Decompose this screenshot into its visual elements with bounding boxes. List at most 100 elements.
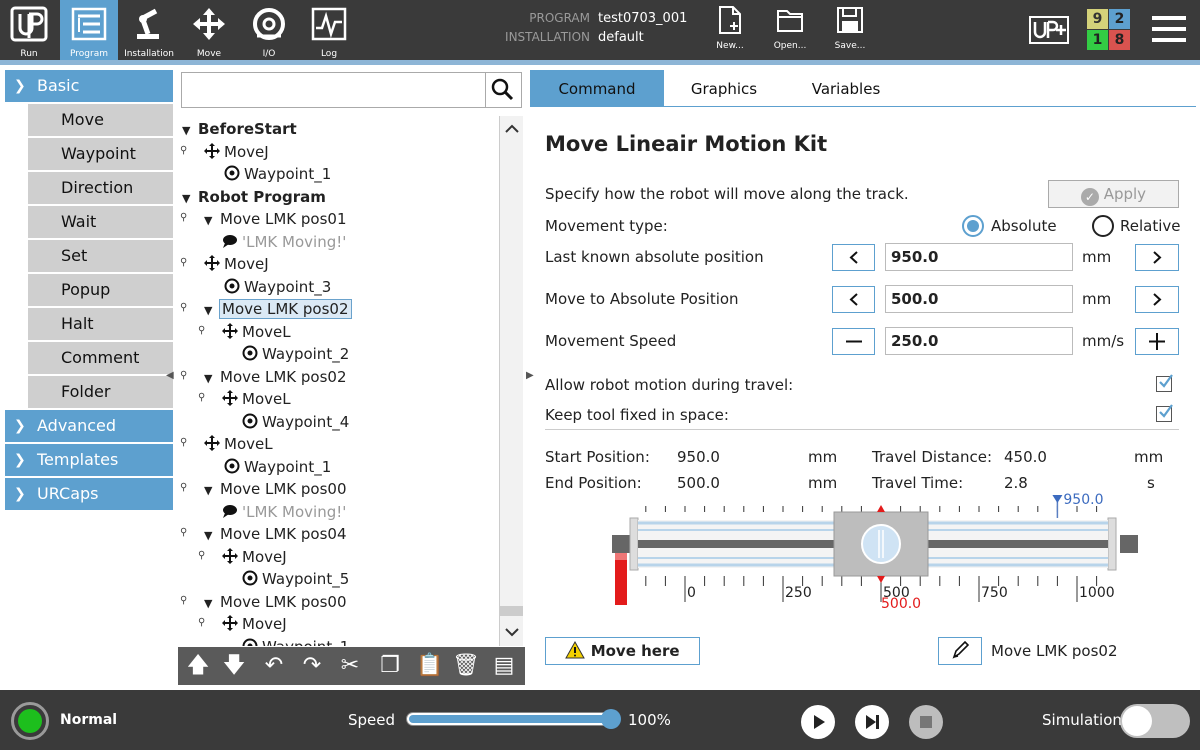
breakpoint-pin-icon[interactable]: ⚲: [180, 595, 187, 606]
command-wait[interactable]: Wait: [28, 206, 173, 238]
breakpoint-pin-icon[interactable]: ⚲: [180, 145, 187, 156]
section-urcaps[interactable]: ❯ URCaps: [5, 478, 173, 510]
program-tab[interactable]: Program: [60, 0, 118, 60]
breakpoint-pin-icon[interactable]: ⚲: [198, 617, 205, 628]
tree-node[interactable]: ▼ BeforeStart: [182, 118, 297, 140]
tree-node[interactable]: MoveJ: [204, 141, 269, 163]
keep-tool-checkbox[interactable]: [1156, 404, 1173, 422]
collapse-triangle-icon[interactable]: ▼: [204, 525, 216, 547]
breakpoint-pin-icon[interactable]: ⚲: [180, 527, 187, 538]
tree-node[interactable]: MoveL: [204, 433, 273, 455]
tree-node[interactable]: ▼ Move LMK pos02: [204, 298, 352, 322]
search-button[interactable]: [486, 72, 522, 108]
breakpoint-pin-icon[interactable]: ⚲: [198, 550, 205, 561]
move-to-decrease-button[interactable]: [832, 286, 875, 313]
section-advanced[interactable]: ❯ Advanced: [5, 410, 173, 442]
section-templates[interactable]: ❯ Templates: [5, 444, 173, 476]
robot-power-button[interactable]: [11, 702, 49, 740]
absolute-radio[interactable]: [962, 215, 984, 237]
last-known-decrease-button[interactable]: [832, 244, 875, 271]
command-folder[interactable]: Folder: [28, 376, 173, 408]
collapse-triangle-icon[interactable]: ▼: [182, 188, 194, 210]
run-tab[interactable]: Run: [0, 0, 58, 60]
tree-scrollbar[interactable]: [499, 116, 523, 646]
tree-node[interactable]: Waypoint_4: [242, 411, 349, 433]
delete-icon[interactable]: 🗑: [450, 651, 482, 681]
move-up-icon[interactable]: 🡅: [182, 651, 214, 681]
breakpoint-pin-icon[interactable]: ⚲: [180, 370, 187, 381]
command-move[interactable]: Move: [28, 104, 173, 136]
section-basic[interactable]: ❯ Basic: [5, 70, 173, 102]
command-waypoint[interactable]: Waypoint: [28, 138, 173, 170]
tree-node[interactable]: Waypoint_2: [242, 343, 349, 365]
breakpoint-pin-icon[interactable]: ⚲: [198, 325, 205, 336]
breakpoint-pin-icon[interactable]: ⚲: [198, 392, 205, 403]
cut-icon[interactable]: ✂: [334, 651, 366, 681]
collapse-triangle-icon[interactable]: ▼: [204, 368, 216, 390]
simulation-toggle[interactable]: [1120, 704, 1190, 738]
command-comment[interactable]: Comment: [28, 342, 173, 374]
last-known-position-field[interactable]: 950.0: [885, 243, 1073, 271]
move-tab[interactable]: Move: [180, 0, 238, 60]
status-counters[interactable]: 9 2 1 8: [1087, 9, 1131, 51]
tree-node[interactable]: ▼ Robot Program: [182, 186, 326, 208]
save-button[interactable]: Save...: [825, 6, 875, 51]
movement-speed-field[interactable]: 250.0: [885, 327, 1073, 355]
speed-decrease-button[interactable]: [832, 328, 875, 355]
urplus-button[interactable]: [1029, 16, 1069, 48]
play-button[interactable]: [801, 705, 835, 739]
move-to-increase-button[interactable]: [1135, 286, 1179, 313]
redo-icon[interactable]: ↷: [296, 651, 328, 681]
tree-node[interactable]: ▼ Move LMK pos00: [204, 478, 347, 500]
scroll-up-icon[interactable]: [504, 122, 520, 134]
tree-node[interactable]: MoveL: [222, 388, 291, 410]
relative-radio[interactable]: [1092, 215, 1114, 237]
stop-button[interactable]: [909, 705, 943, 739]
collapse-triangle-icon[interactable]: ▼: [204, 300, 216, 322]
log-tab[interactable]: Log: [300, 0, 358, 60]
undo-icon[interactable]: ↶: [258, 651, 290, 681]
tree-node[interactable]: Waypoint_3: [224, 276, 331, 298]
collapse-triangle-icon[interactable]: ▼: [204, 593, 216, 615]
tab-graphics[interactable]: Graphics: [664, 70, 784, 107]
move-down-icon[interactable]: 🡇: [218, 651, 250, 681]
installation-tab[interactable]: Installation: [120, 0, 178, 60]
scroll-thumb[interactable]: [500, 606, 523, 616]
tree-node[interactable]: MoveJ: [222, 546, 287, 568]
tree-search-input[interactable]: [181, 72, 486, 108]
breakpoint-pin-icon[interactable]: ⚲: [180, 257, 187, 268]
tree-node[interactable]: 'LMK Moving!': [222, 231, 346, 253]
tree-node[interactable]: Waypoint_1: [224, 456, 331, 478]
open-button[interactable]: Open...: [765, 6, 815, 51]
scroll-down-icon[interactable]: [504, 626, 520, 638]
collapse-triangle-icon[interactable]: ▼: [204, 210, 216, 232]
breakpoint-pin-icon[interactable]: ⚲: [180, 437, 187, 448]
collapse-triangle-icon[interactable]: ▼: [204, 480, 216, 502]
suppress-icon[interactable]: ▤: [488, 651, 520, 681]
move-here-button[interactable]: Move here: [545, 637, 700, 665]
breakpoint-pin-icon[interactable]: ⚲: [180, 302, 187, 313]
hamburger-menu-icon[interactable]: [1152, 16, 1186, 44]
tree-node[interactable]: MoveJ: [204, 253, 269, 275]
speed-increase-button[interactable]: [1135, 328, 1179, 355]
tree-node[interactable]: ▼ Move LMK pos04: [204, 523, 347, 545]
tree-node[interactable]: ▼ Move LMK pos00: [204, 591, 347, 613]
speed-slider-thumb[interactable]: [601, 709, 621, 729]
tab-variables[interactable]: Variables: [784, 70, 908, 107]
tree-node[interactable]: Waypoint_1: [242, 636, 349, 646]
new-button[interactable]: New...: [705, 6, 755, 51]
rename-node-button[interactable]: [938, 637, 982, 665]
tree-node[interactable]: MoveJ: [222, 613, 287, 635]
sidebar-collapse-handle[interactable]: ◀: [166, 370, 174, 381]
collapse-triangle-icon[interactable]: ▼: [182, 120, 194, 142]
step-button[interactable]: [855, 705, 889, 739]
command-direction[interactable]: Direction: [28, 172, 173, 204]
tree-node[interactable]: Waypoint_5: [242, 568, 349, 590]
copy-icon[interactable]: ❐: [374, 651, 406, 681]
last-known-increase-button[interactable]: [1135, 244, 1179, 271]
command-halt[interactable]: Halt: [28, 308, 173, 340]
command-set[interactable]: Set: [28, 240, 173, 272]
apply-button[interactable]: ✓ Apply: [1048, 180, 1179, 208]
paste-icon[interactable]: 📋: [414, 651, 446, 681]
tree-node[interactable]: ▼ Move LMK pos01: [204, 208, 347, 230]
